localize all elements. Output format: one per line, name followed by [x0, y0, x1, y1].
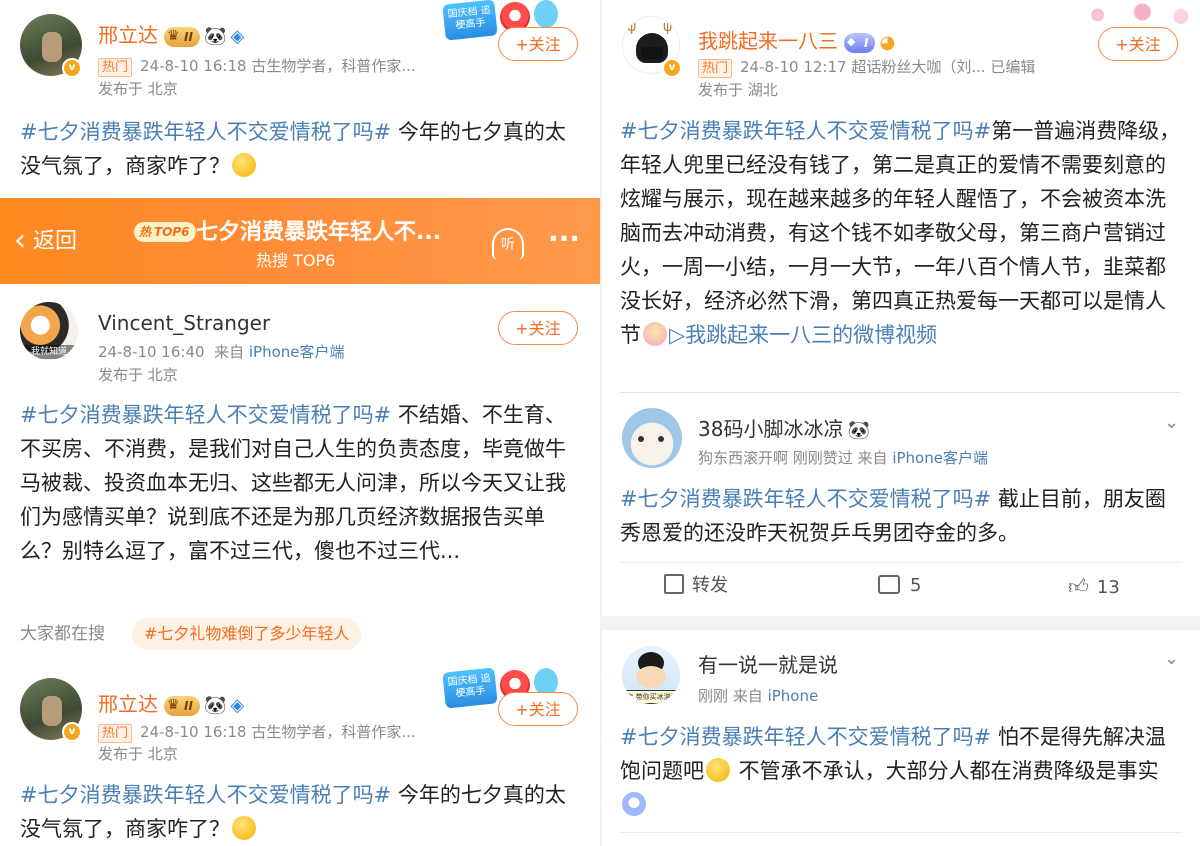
listen-button[interactable]: 听	[492, 228, 524, 260]
commenter-avatar[interactable]: 走 带你买冰淇淋	[622, 646, 680, 704]
lotus-emoji-icon	[643, 322, 667, 346]
follow-button[interactable]: +关注	[1098, 27, 1178, 61]
commenter-name[interactable]: 38码小脚冰冰凉 🐼	[698, 416, 870, 444]
hot-label: 热门	[698, 59, 733, 78]
author-avatar[interactable]: 我就知道	[20, 302, 78, 360]
topic-tag-link[interactable]: #七夕消费暴跌年轻人不交爱情税了吗#	[620, 725, 991, 749]
trending-header-bar: ‹ 返回 热 TOP6 七夕消费暴跌年轻人不... 热搜 TOP6 听 ···	[0, 198, 600, 284]
author-name[interactable]: 我跳起来一八三I◕	[698, 28, 895, 56]
comment-meta: 刚刚 来自 iPhone	[698, 687, 819, 705]
panda-icon: 🐼	[847, 419, 870, 441]
verified-badge-icon: v	[62, 722, 82, 742]
topic-tag-link[interactable]: #七夕消费暴跌年轻人不交爱情税了吗#	[20, 403, 391, 427]
campaign-badge: 国庆档 追梗高手	[442, 667, 498, 709]
verified-badge-icon: v	[62, 58, 82, 78]
post-text: #七夕消费暴跌年轻人不交爱情税了吗# 不结婚、不生育、不买房、不消费，是我们对自…	[20, 403, 566, 563]
post-text: #七夕消费暴跌年轻人不交爱情税了吗# 今年的七夕真的太没气氛了，商家咋了？	[20, 783, 566, 841]
author-name[interactable]: 邢立达II🐼◈	[98, 691, 244, 719]
post-location: 发布于 北京	[98, 745, 178, 763]
blossom-decoration	[1072, 0, 1200, 30]
balloon-icon	[534, 0, 558, 28]
hot-top-badge: 热 TOP6	[134, 222, 196, 242]
shh-emoji-icon	[232, 153, 256, 177]
chevron-down-icon[interactable]: ⌄	[1164, 412, 1179, 433]
like-button[interactable]: 👍︎ 13	[1068, 572, 1120, 602]
verified-badge-icon: v	[662, 58, 682, 78]
post-card-vincent: 我就知道 Vincent_Stranger +关注 24-8-10 16:40 …	[0, 284, 600, 662]
section-divider	[620, 392, 1180, 393]
trending-subtitle: 热搜 TOP6	[256, 251, 336, 270]
source-link[interactable]: iPhone	[768, 687, 819, 705]
panda-icon: 🐼	[203, 25, 227, 47]
campaign-badge: 国庆档 追梗高手	[442, 0, 498, 41]
source-link[interactable]: iPhone客户端	[892, 449, 988, 467]
topic-tag-link[interactable]: #七夕消费暴跌年轻人不交爱情税了吗#	[20, 120, 391, 144]
comment-button[interactable]: 5	[878, 572, 921, 600]
level-badge: II	[164, 26, 200, 47]
comment-card-1: 38码小脚冰冰凉 🐼 ⌄ 狗东西滚开啊 刚刚赞过 来自 iPhone客户端 #七夕…	[602, 394, 1200, 616]
post-meta: 热门 24-8-10 16:18 古生物学者，科普作家...	[98, 722, 416, 743]
post-card-top-left: v 邢立达II🐼◈ 国庆档 追梗高手 +关注 热门24-8-10 16:18 古…	[0, 0, 600, 198]
chevron-left-icon: ‹	[14, 223, 26, 258]
hot-label: 热门	[98, 58, 133, 77]
comment-text: #七夕消费暴跌年轻人不交爱情税了吗# 截止目前，朋友圈秀恩爱的还没昨天祝贺乒乓男…	[620, 487, 1166, 545]
source-link[interactable]: iPhone客户端	[249, 343, 345, 361]
verified-shield-icon: ◈	[230, 25, 245, 47]
everyone-searching-label: 大家都在搜	[20, 624, 105, 644]
thumbs-up-icon: 👍︎	[1068, 574, 1089, 598]
comment-meta: 狗东西滚开啊 刚刚赞过 来自 iPhone客户端	[698, 449, 988, 467]
fish-icon: ◕	[879, 31, 896, 53]
post-card-bottom-left: v 邢立达II🐼◈ 国庆档 追梗高手 +关注 热门24-8-10 16:18 古…	[0, 664, 600, 846]
trending-title: 七夕消费暴跌年轻人不...	[196, 220, 442, 245]
search-chip[interactable]: #七夕礼物难倒了多少年轻人	[132, 618, 362, 650]
level-badge: I	[844, 32, 876, 53]
hot-flame-icon: 热	[139, 225, 152, 239]
shh-emoji-icon	[232, 816, 256, 840]
post-location: 发布于 湖北	[698, 81, 778, 99]
action-divider	[620, 562, 1182, 563]
panda-icon: 🐼	[203, 694, 227, 716]
post-location: 发布于 北京	[98, 366, 178, 384]
verified-shield-icon: ◈	[230, 694, 245, 716]
post-meta: 24-8-10 16:40 来自 iPhone客户端	[98, 343, 345, 361]
follow-button[interactable]: +关注	[498, 692, 578, 726]
avatar-caption: 走 带你买冰淇淋	[624, 690, 680, 704]
author-name[interactable]: 邢立达II🐼◈	[98, 22, 244, 50]
video-link[interactable]: ▷我跳起来一八三的微博视频	[669, 323, 937, 347]
more-button[interactable]: ···	[548, 222, 580, 256]
commenter-name[interactable]: 有一说一就是说	[698, 652, 838, 678]
topic-tag-link[interactable]: #七夕消费暴跌年轻人不交爱情税了吗#	[620, 119, 991, 143]
follow-button[interactable]: +关注	[498, 27, 578, 61]
back-button[interactable]: ‹ 返回	[14, 224, 77, 259]
post-text: #七夕消费暴跌年轻人不交爱情税了吗# 今年的七夕真的太没气氛了，商家咋了？	[20, 120, 566, 178]
repost-icon	[664, 574, 684, 594]
level-badge: II	[164, 695, 200, 716]
topic-tag-link[interactable]: #七夕消费暴跌年轻人不交爱情税了吗#	[20, 783, 391, 807]
headphones-icon-label: 听	[501, 237, 515, 253]
comment-icon	[878, 575, 900, 594]
avatar-caption: 我就知道	[20, 345, 78, 359]
post-location: 发布于 北京	[98, 80, 178, 98]
laugh-cry-emoji-icon	[706, 758, 730, 782]
topic-tag-link[interactable]: #七夕消费暴跌年轻人不交爱情税了吗#	[620, 487, 991, 511]
section-gap	[602, 616, 1200, 630]
commenter-avatar[interactable]	[622, 408, 682, 468]
follow-button[interactable]: +关注	[498, 311, 578, 345]
author-name[interactable]: Vincent_Stranger	[98, 310, 270, 336]
post-card-right: ψ ψ v 我跳起来一八三I◕ +关注 热门24-8-10 12:17 超话粉丝…	[602, 0, 1200, 394]
bottom-divider	[620, 832, 1182, 833]
post-meta: 热门 24-8-10 16:18 古生物学者，科普作家...	[98, 56, 416, 77]
comment-text: #七夕消费暴跌年轻人不交爱情税了吗# 怕不是得先解决温饱问题吧 不管承不承认，大…	[620, 720, 1186, 822]
post-meta: 热门 24-8-10 12:17 超话粉丝大咖（刘... 已编辑	[698, 57, 1035, 78]
shocked-emoji-icon	[622, 792, 646, 816]
hot-label: 热门	[98, 724, 133, 743]
chevron-down-icon[interactable]: ⌄	[1164, 648, 1179, 669]
repost-button[interactable]: 转发	[664, 572, 728, 600]
post-text: #七夕消费暴跌年轻人不交爱情税了吗#第一普遍消费降级，年轻人兜里已经没有钱了，第…	[620, 119, 1181, 347]
video-icon: ▷	[669, 323, 686, 347]
comment-card-2: 走 带你买冰淇淋 有一说一就是说 ⌄ 刚刚 来自 iPhone #七夕消费暴跌年…	[602, 630, 1200, 846]
